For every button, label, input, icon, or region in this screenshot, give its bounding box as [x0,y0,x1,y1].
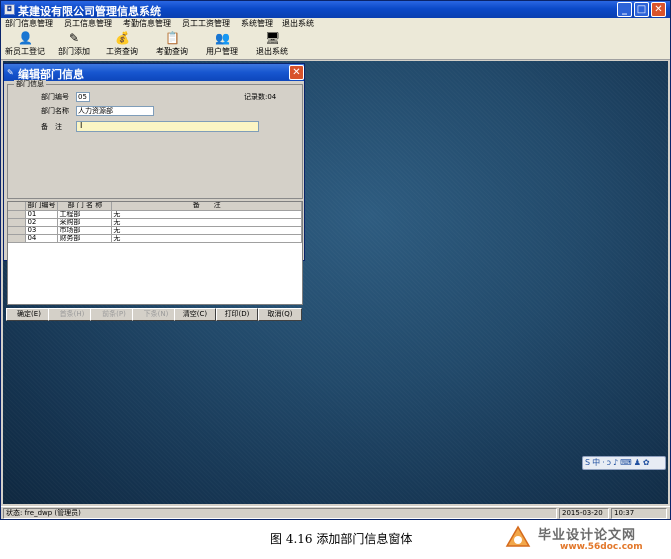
app-window: ◘ 某建设有限公司管理信息系统 _ □ ✕ 部门信息管理 员工信息管理 考勤信息… [0,0,671,520]
column-header-dept-name[interactable]: 部 门 名 称 [57,202,113,211]
dept-id-input[interactable]: 05 [76,92,90,102]
cell-dept-id: 01 [25,210,59,219]
table-row[interactable]: 02 采购部 无 [8,218,302,227]
ime-chinese-icon[interactable]: 中 [592,457,600,469]
row-indicator [8,210,27,219]
toolbar-label: 工资查询 [106,47,138,56]
status-bar: 状态: fre_dwp (管理员) 2015-03-20 10:37 [1,506,670,519]
ime-user-icon[interactable]: ♟ [634,457,641,469]
status-time: 10:37 [611,508,667,519]
status-date: 2015-03-20 [559,508,609,519]
salary-icon: 💰 [115,31,130,45]
cell-dept-id: 03 [25,226,59,235]
cell-dept-id: 02 [25,218,59,227]
remark-label: 备 注 [41,123,62,131]
toolbar-label: 用户管理 [206,47,238,56]
dept-grid[interactable]: 部门编号 部 门 名 称 备 注 01 工程部 无 02 采购部 无 03 市场… [7,201,303,305]
edit-icon: ✎ [68,31,80,45]
maximize-button[interactable]: □ [634,2,649,17]
cell-dept-name: 财务部 [57,234,113,243]
toolbar-label: 新员工登记 [5,47,45,56]
attendance-icon: 📋 [165,31,180,45]
title-bar[interactable]: ◘ 某建设有限公司管理信息系统 _ □ ✕ [1,1,670,18]
dialog-title-bar[interactable]: ✎ 编辑部门信息 ✕ [4,64,304,81]
group-label: 部门信息 [14,80,46,89]
table-row[interactable]: 04 财务部 无 [8,234,302,243]
remark-input[interactable]: I [76,121,259,132]
dialog-icon: ✎ [7,68,14,77]
dialog-close-button[interactable]: ✕ [289,65,304,80]
cancel-button[interactable]: 取消(Q) [258,308,302,321]
toolbar-user-mgmt-button[interactable]: 👥 用户管理 [201,31,243,59]
dept-table: 部门编号 部 门 名 称 备 注 01 工程部 无 02 采购部 无 03 市场… [8,202,302,243]
watermark-title: 毕业设计论文网 [538,528,637,543]
dept-info-group: 部门信息 部门编号 05 记录数:04 部门名称 人力资源部 备 注 I [7,80,303,199]
ime-settings-icon[interactable]: ✿ [643,457,650,469]
minimize-button[interactable]: _ [617,2,632,17]
register-icon: 👤 [18,31,33,45]
ime-voice-icon[interactable]: ♪ [613,457,618,469]
toolbar-attendance-query-button[interactable]: 📋 考勤查询 [152,31,192,59]
table-header-row: 部门编号 部 门 名 称 备 注 [8,202,302,211]
ime-keyboard-icon[interactable]: ⌨ [620,457,632,469]
table-row[interactable]: 03 市场部 无 [8,226,302,235]
clear-button[interactable]: 清空(C) [174,308,216,321]
menu-salary[interactable]: 员工工资管理 [182,18,230,29]
row-indicator [8,234,27,243]
toolbar-exit-button[interactable]: 🖥 退出系统 [251,31,293,59]
column-header-dept-id[interactable]: 部门编号 [25,202,59,211]
menu-dept-info[interactable]: 部门信息管理 [5,18,53,29]
toolbar-salary-query-button[interactable]: 💰 工资查询 [102,31,142,59]
text-cursor-icon: I [80,121,83,130]
cell-remark: 无 [111,210,302,219]
record-count: 记录数:04 [244,93,277,101]
toolbar-label: 退出系统 [256,47,288,56]
ime-moon-icon[interactable]: ɔ [607,457,611,469]
watermark-logo-icon [505,525,531,547]
watermark-url: www.56doc.com [560,542,643,552]
app-title: 某建设有限公司管理信息系统 [18,5,161,18]
ime-toolbar[interactable]: S 中 · ɔ ♪ ⌨ ♟ ✿ [582,456,666,470]
dept-name-input[interactable]: 人力资源部 [76,106,154,116]
next-record-button[interactable]: 下条(N) [132,308,180,321]
menu-system[interactable]: 系统管理 [241,18,273,29]
cell-remark: 无 [111,218,302,227]
toolbar-register-button[interactable]: 👤 新员工登记 [3,31,47,59]
menu-exit[interactable]: 退出系统 [282,18,314,29]
figure-caption: 图 4.16 添加部门信息窗体 [270,532,413,546]
toolbar-add-dept-button[interactable]: ✎ 部门添加 [54,31,94,59]
row-indicator [8,226,27,235]
row-indicator [8,218,27,227]
cell-dept-id: 04 [25,234,59,243]
menu-employee-info[interactable]: 员工信息管理 [64,18,112,29]
row-indicator-header [8,202,27,211]
status-state: 状态: fre_dwp (管理员) [3,508,557,519]
menu-bar: 部门信息管理 员工信息管理 考勤信息管理 员工工资管理 系统管理 退出系统 [1,18,670,29]
dept-id-label: 部门编号 [41,93,69,101]
cell-remark: 无 [111,234,302,243]
menu-attendance[interactable]: 考勤信息管理 [123,18,171,29]
toolbar-label: 考勤查询 [156,47,188,56]
dept-name-label: 部门名称 [41,107,69,115]
cell-dept-name: 市场部 [57,226,113,235]
first-record-button[interactable]: 首条(H) [48,308,96,321]
edit-dept-dialog: ✎ 编辑部门信息 ✕ 部门信息 部门编号 05 记录数:04 部门名称 人力资源… [3,63,305,305]
dialog-button-row: 确定(E) 首条(H) 前条(P) 下条(N) 清空(C) 打印(D) 取消(Q… [6,308,302,322]
confirm-button[interactable]: 确定(E) [6,308,52,321]
exit-icon: 🖥 [265,31,281,45]
cell-dept-name: 工程部 [57,210,113,219]
cell-dept-name: 采购部 [57,218,113,227]
table-row[interactable]: 01 工程部 无 [8,210,302,219]
app-icon[interactable]: ◘ [4,4,15,15]
prev-record-button[interactable]: 前条(P) [90,308,138,321]
close-button[interactable]: ✕ [651,2,666,17]
users-icon: 👥 [215,31,230,45]
column-header-remark[interactable]: 备 注 [111,202,302,211]
ime-punct-icon[interactable]: · [602,457,605,469]
print-button[interactable]: 打印(D) [216,308,258,321]
ime-logo-icon[interactable]: S [585,457,590,469]
cell-remark: 无 [111,226,302,235]
toolbar: 👤 新员工登记 ✎ 部门添加 💰 工资查询 📋 考勤查询 👥 用户管理 🖥 退出… [1,29,670,60]
toolbar-label: 部门添加 [58,47,90,56]
